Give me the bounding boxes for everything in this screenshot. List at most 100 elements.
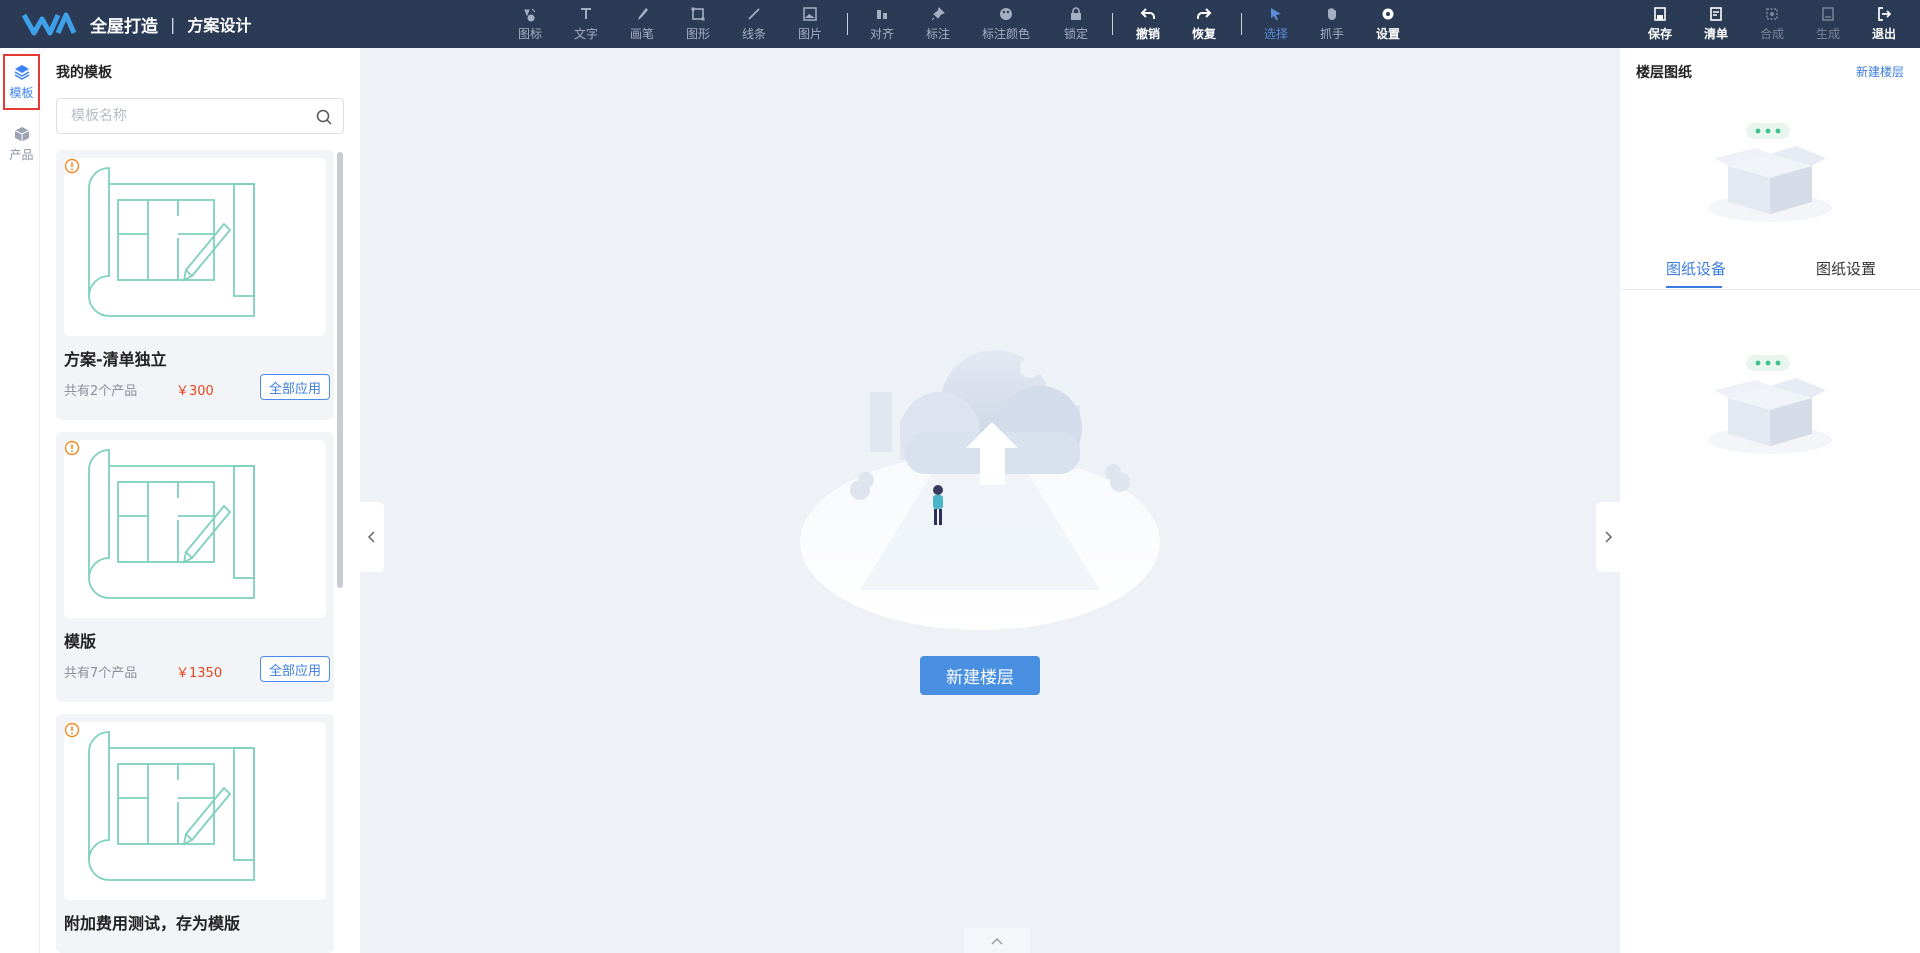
- tool-label: 文字: [574, 27, 599, 41]
- tool-label: 恢复: [1192, 27, 1217, 41]
- template-name: 附加费用测试，存为模版: [64, 914, 241, 933]
- rail-item-templates[interactable]: 模板: [3, 54, 40, 110]
- save-icon: [1654, 7, 1666, 21]
- chevron-up-icon: [991, 937, 1003, 944]
- tool-label: 选择: [1264, 27, 1289, 41]
- template-panel: 我的模板 方案-清单独立 共有2个产品 ￥300 全部应用: [40, 48, 360, 953]
- toolbar-divider: [1112, 13, 1113, 35]
- generate-button[interactable]: 生成: [1816, 0, 1840, 48]
- template-thumbnail: [64, 722, 326, 900]
- template-card[interactable]: 方案-清单独立 共有2个产品 ￥300 全部应用: [56, 150, 334, 420]
- warning-icon[interactable]: [64, 440, 80, 456]
- list-icon: [1710, 7, 1722, 21]
- undo-icon: [1140, 8, 1155, 19]
- warning-icon[interactable]: [64, 158, 80, 174]
- empty-box-illustration: [1708, 355, 1832, 454]
- chevron-right-icon: [1605, 531, 1613, 543]
- tool-label: 线条: [742, 27, 767, 41]
- tool-label: 画笔: [630, 27, 655, 41]
- tool-label: 锁定: [1064, 27, 1089, 41]
- select-tool-button[interactable]: 选择: [1264, 0, 1288, 48]
- tool-icon-button[interactable]: 图标: [518, 0, 542, 48]
- tool-text-button[interactable]: 文字: [574, 0, 598, 48]
- rail-label: 产品: [9, 148, 34, 162]
- tool-label: 标注: [926, 27, 951, 41]
- hand-tool-button[interactable]: 抓手: [1320, 0, 1344, 48]
- layers-icon: [14, 65, 29, 80]
- collapse-right-panel-handle[interactable]: [1596, 502, 1620, 572]
- action-label: 清单: [1704, 27, 1729, 41]
- tool-line-button[interactable]: 线条: [742, 0, 766, 48]
- template-price: ￥1350: [176, 666, 223, 681]
- tool-annotation-color-button[interactable]: 标注颜色: [982, 0, 1030, 48]
- tab-drawing-settings[interactable]: 图纸设置: [1816, 258, 1876, 279]
- tool-label: 撤销: [1136, 27, 1161, 41]
- hand-icon: [1328, 8, 1336, 20]
- generate-icon: [1822, 7, 1834, 21]
- redo-icon: [1197, 8, 1212, 19]
- tool-align-button[interactable]: 对齐: [870, 0, 894, 48]
- floorplan-illustration: [88, 167, 255, 317]
- shape-icon: [691, 7, 705, 21]
- toolbar-divider: [1241, 13, 1242, 35]
- expand-bottom-panel-handle[interactable]: [964, 928, 1030, 953]
- exit-button[interactable]: 退出: [1872, 0, 1896, 48]
- tool-lock-button[interactable]: 锁定: [1064, 0, 1088, 48]
- new-floor-link[interactable]: 新建楼层: [1856, 63, 1904, 80]
- text-icon: [581, 8, 591, 19]
- brand: 全屋打造 | 方案设计: [0, 0, 251, 48]
- brand-separator: |: [170, 14, 176, 34]
- cube-icon: [14, 127, 29, 142]
- template-product-count: 共有7个产品: [64, 666, 138, 681]
- action-label: 保存: [1648, 27, 1673, 41]
- tool-label: 设置: [1376, 27, 1401, 41]
- rail-item-products[interactable]: 产品: [3, 116, 40, 172]
- floor-drawings-title: 楼层图纸: [1636, 65, 1692, 81]
- template-scrollbar-thumb[interactable]: [337, 152, 343, 588]
- redo-button[interactable]: 恢复: [1192, 0, 1216, 48]
- empty-box-illustration: [1708, 123, 1832, 222]
- floor-drawings-panel: 楼层图纸 新建楼层 图纸设备 图纸设置: [1620, 48, 1920, 953]
- compose-icon: [1766, 8, 1778, 20]
- toolbar-divider: [847, 13, 848, 35]
- align-icon: [877, 10, 887, 19]
- undo-button[interactable]: 撤销: [1136, 0, 1160, 48]
- template-search-input[interactable]: [69, 107, 299, 125]
- gear-icon: [1382, 8, 1394, 20]
- action-label: 退出: [1872, 27, 1897, 41]
- template-panel-title: 我的模板: [56, 65, 112, 81]
- template-search: [56, 98, 344, 134]
- rail-label: 模板: [9, 86, 34, 100]
- template-thumbnail: [64, 158, 326, 336]
- tool-brush-button[interactable]: 画笔: [630, 0, 654, 48]
- brush-icon: [638, 8, 648, 20]
- apply-all-button[interactable]: 全部应用: [260, 656, 330, 682]
- compose-button[interactable]: 合成: [1760, 0, 1784, 48]
- tool-image-button[interactable]: 图片: [798, 0, 822, 48]
- lock-icon: [1071, 7, 1081, 20]
- template-thumbnail: [64, 440, 326, 618]
- new-floor-button[interactable]: 新建楼层: [920, 656, 1040, 695]
- save-button[interactable]: 保存: [1648, 0, 1672, 48]
- settings-button[interactable]: 设置: [1376, 0, 1400, 48]
- tool-shape-button[interactable]: 图形: [686, 0, 710, 48]
- template-card[interactable]: 附加费用测试，存为模版: [56, 714, 334, 953]
- top-toolbar: 全屋打造 | 方案设计 图标 文字 画笔 图形 线条 图片 对齐 标注 标注颜色: [0, 0, 1920, 48]
- tool-label: 图形: [686, 27, 711, 41]
- line-icon: [748, 8, 760, 20]
- tool-label: 抓手: [1320, 27, 1345, 41]
- tool-label: 标注颜色: [982, 27, 1031, 41]
- empty-upload-illustration: [800, 322, 1160, 630]
- floorplan-illustration: [88, 731, 255, 881]
- apply-all-button[interactable]: 全部应用: [260, 374, 330, 400]
- tool-pin-button[interactable]: 标注: [926, 0, 950, 48]
- action-label: 合成: [1760, 27, 1785, 41]
- warning-icon[interactable]: [64, 722, 80, 738]
- template-card[interactable]: 模版 共有7个产品 ￥1350 全部应用: [56, 432, 334, 702]
- left-icon-rail: 模板 产品: [0, 48, 40, 953]
- search-icon[interactable]: [315, 108, 333, 126]
- tab-drawing-devices[interactable]: 图纸设备: [1666, 258, 1726, 279]
- template-price: ￥300: [176, 384, 214, 399]
- list-button[interactable]: 清单: [1704, 0, 1728, 48]
- tool-label: 图片: [798, 27, 823, 41]
